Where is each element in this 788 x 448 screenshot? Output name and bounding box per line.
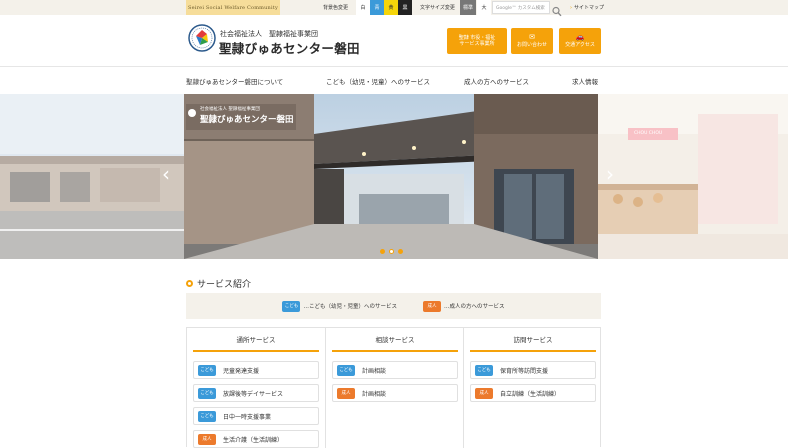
contact-button[interactable]: ✉ お問い合わせ [511, 28, 553, 54]
services-title: サービス紹介 [197, 280, 252, 290]
seijin-tag: 成人 [198, 433, 216, 445]
building-sign-name: 聖隷びゅあセンター磐田 [200, 115, 294, 125]
seijin-tag: 成人 [423, 300, 441, 312]
kodomo-tag: こども [198, 364, 216, 376]
slider-prev-arrow[interactable]: ‹ [162, 162, 170, 186]
nav-item-children[interactable]: こども（幼児・児童）へのサービス [326, 67, 430, 94]
service-label: 保育所等訪問支援 [500, 367, 549, 375]
nav-item-jobs[interactable]: 求人情報 [572, 67, 598, 94]
services-legend: こども …こども（幼児・児童）へのサービス 成人 …成人の方へのサービス [186, 293, 601, 319]
services-column-consult: 相談サービス こども 計画相談 成人 計画相談 [325, 328, 463, 448]
seijin-tag: 成人 [475, 387, 493, 399]
bg-swatch-blue[interactable]: 青 [370, 0, 384, 15]
legend-kodomo: こども …こども（幼児・児童）へのサービス [282, 300, 397, 312]
welfare-services-button[interactable]: 聖隷 市役・福祉 サービス事業所 [447, 28, 507, 54]
search-icon[interactable] [552, 2, 562, 17]
services-column-day: 通所サービス こども 児童発達支援 こども 放課後等デイサービス こども 日中一… [187, 328, 325, 448]
slide-current[interactable]: 社会福祉法人 聖隷福祉事業団 聖隷びゅあセンター磐田 [184, 94, 598, 259]
contact-label: お問い合わせ [516, 41, 547, 48]
hero-slider: 社会福祉法人 聖隷福祉事業団 聖隷びゅあセンター磐田 CHOU CHOU ‹ › [0, 94, 788, 259]
kodomo-tag: こども [475, 364, 493, 376]
service-label: 児童発達支援 [223, 367, 260, 375]
font-large-button[interactable]: 大 [477, 0, 491, 15]
service-link[interactable]: こども 日中一時支援事業 [193, 407, 319, 425]
kodomo-legend-text: …こども（幼児・児童）へのサービス [303, 304, 397, 310]
search-input[interactable]: Google™ カスタム検索 [492, 1, 550, 14]
access-label: 交通アクセス [565, 41, 595, 48]
slide-previous[interactable] [0, 94, 184, 259]
column-heading: 相談サービス [332, 328, 458, 352]
kodomo-tag: こども [198, 410, 216, 422]
seijin-tag: 成人 [337, 387, 355, 399]
service-label: 自立訓練（生活訓練） [500, 390, 561, 398]
global-nav: 聖隷びゅあセンター磐田について こども（幼児・児童）へのサービス 成人の方へのサ… [0, 66, 788, 94]
kodomo-tag: こども [198, 387, 216, 399]
kodomo-tag: こども [282, 300, 301, 312]
bg-swatch-yellow[interactable]: 黄 [384, 0, 398, 15]
bg-swatch-black[interactable]: 黒 [398, 0, 412, 15]
utility-bar: Seirei Social Welfare Community 背景色変更 白 … [0, 0, 788, 17]
service-link[interactable]: こども 保育所等訪問支援 [470, 361, 596, 379]
seijin-legend-text: …成人の方へのサービス [444, 304, 505, 310]
slider-next-arrow[interactable]: › [606, 162, 614, 186]
slider-dot-3[interactable] [398, 249, 403, 254]
font-standard-button[interactable]: 標準 [460, 0, 476, 15]
car-icon: 🚗 [575, 32, 585, 41]
service-link[interactable]: こども 児童発達支援 [193, 361, 319, 379]
service-label: 計画相談 [362, 390, 387, 398]
sitemap-label: サイトマップ [574, 5, 605, 11]
service-label: 日中一時支援事業 [223, 413, 272, 421]
nav-item-adults[interactable]: 成人の方へのサービス [464, 67, 529, 94]
chevron-right-icon: › [570, 4, 572, 11]
service-link[interactable]: 成人 計画相談 [332, 384, 458, 402]
welfare-services-line2: サービス事業所 [459, 41, 495, 47]
service-label: 計画相談 [362, 367, 387, 375]
nav-item-about[interactable]: 聖隷びゅあセンター磐田について [186, 67, 283, 94]
slide-next[interactable]: CHOU CHOU [598, 94, 788, 259]
brand-tagline: Seirei Social Welfare Community [186, 0, 280, 15]
services-column-visit: 訪問サービス こども 保育所等訪問支援 成人 自立訓練（生活訓練） [463, 328, 601, 448]
bg-color-label: 背景色変更 [323, 5, 349, 11]
slider-dot-1[interactable] [380, 249, 385, 254]
service-label: 放課後等デイサービス [223, 390, 284, 398]
sitemap-link[interactable]: › サイトマップ [570, 0, 604, 15]
building-sign-subtitle: 社会福祉法人 聖隷福祉事業団 [200, 107, 260, 112]
slider-pagination [380, 249, 403, 254]
site-title[interactable]: 聖隷びゅあセンター磐田 [219, 38, 360, 57]
access-button[interactable]: 🚗 交通アクセス [559, 28, 601, 54]
service-link[interactable]: 成人 自立訓練（生活訓練） [470, 384, 596, 402]
services-grid: 通所サービス こども 児童発達支援 こども 放課後等デイサービス こども 日中一… [186, 327, 601, 448]
organization-logo[interactable] [188, 24, 216, 52]
column-heading: 訪問サービス [470, 328, 596, 352]
service-link[interactable]: こども 放課後等デイサービス [193, 384, 319, 402]
column-heading: 通所サービス [193, 328, 319, 352]
circle-bullet-icon [186, 280, 193, 287]
services-heading: サービス紹介 [186, 277, 251, 290]
service-label: 生活介護（生活訓練） [223, 436, 284, 444]
legend-seijin: 成人 …成人の方へのサービス [423, 300, 505, 312]
kodomo-tag: こども [337, 364, 355, 376]
service-link[interactable]: 成人 生活介護（生活訓練） [193, 430, 319, 448]
font-size-label: 文字サイズ変更 [420, 5, 455, 11]
mail-icon: ✉ [529, 32, 535, 41]
slider-dot-2[interactable] [389, 249, 394, 254]
bg-swatch-white[interactable]: 白 [356, 0, 370, 15]
service-link[interactable]: こども 計画相談 [332, 361, 458, 379]
